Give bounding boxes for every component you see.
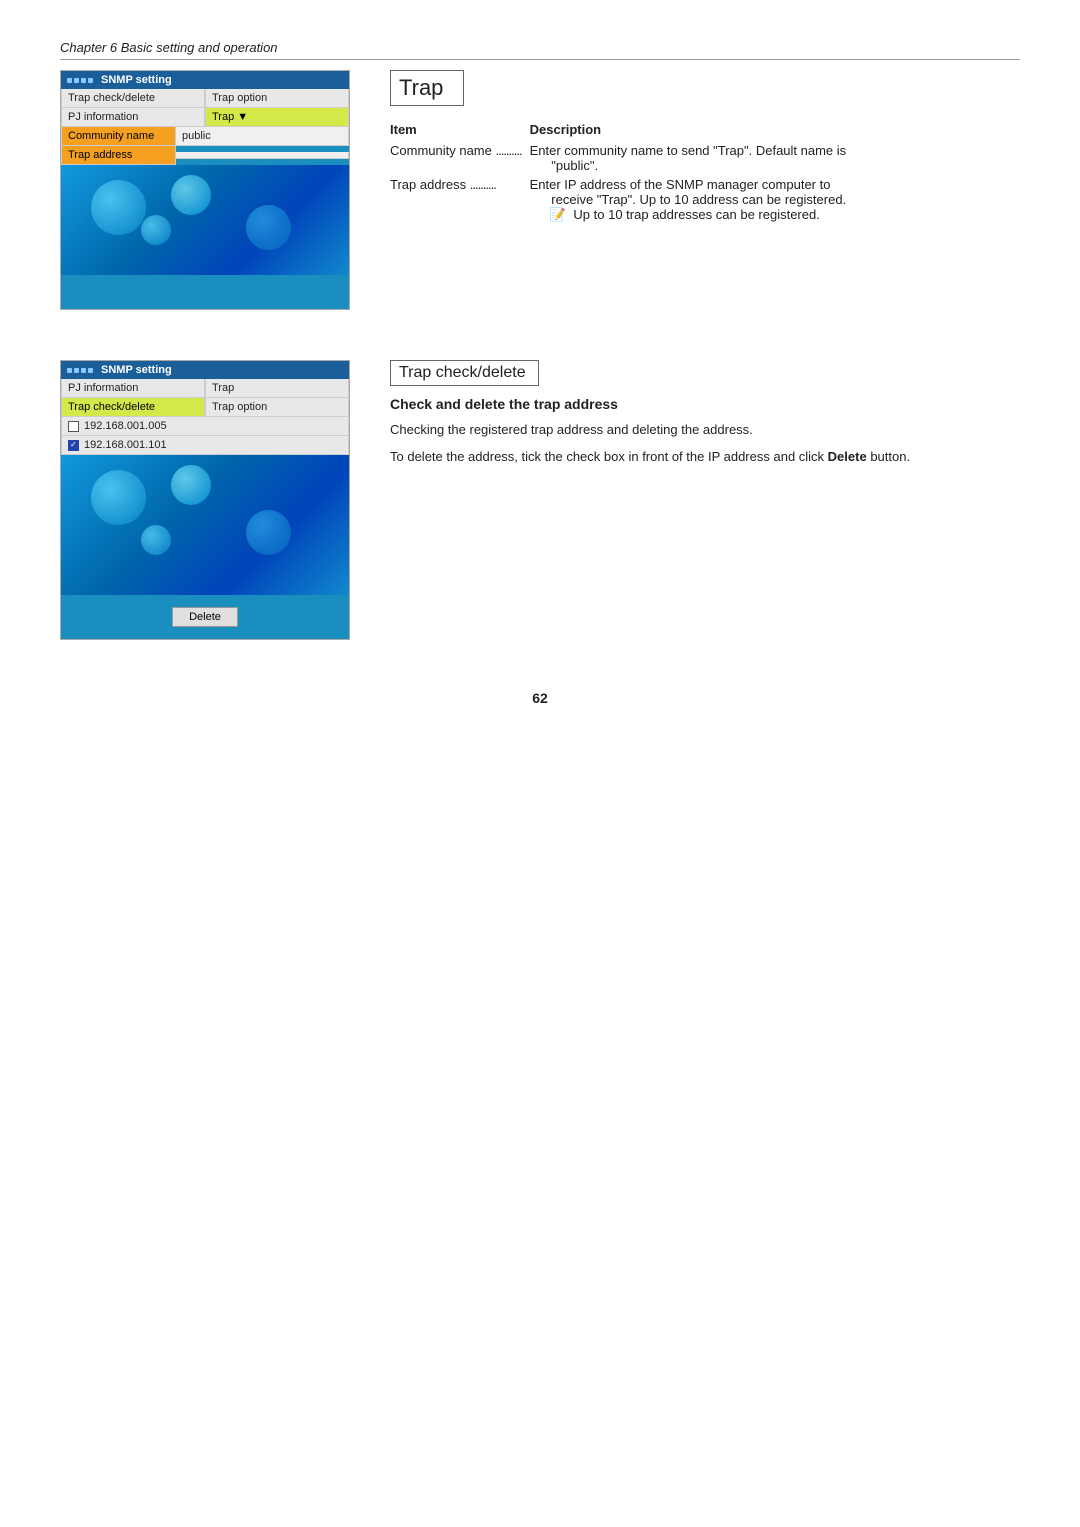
snmp-row2: PJ information Trap ▼ <box>61 108 349 127</box>
desc2-end: button. <box>867 449 910 464</box>
menu2-trap[interactable]: Trap <box>205 379 349 398</box>
snmp-bubbles-2 <box>61 455 349 595</box>
snmp-title-bar-1: SNMP setting <box>61 71 349 89</box>
snmp-title-text-2: SNMP setting <box>101 364 172 376</box>
trap-heading-text: Trap <box>399 75 443 100</box>
desc2-text: To delete the address, tick the check bo… <box>390 449 828 464</box>
section2-row: SNMP setting PJ information Trap Trap ch… <box>60 360 1020 640</box>
snmp-bubbles-1 <box>61 165 349 275</box>
bubble4 <box>141 215 171 245</box>
td-trapaddr-item: Trap address .......... <box>390 175 530 225</box>
bubble-s2-1 <box>91 470 146 525</box>
desc-item-1: Checking the registered trap address and… <box>390 420 1020 441</box>
desc-list-2: Checking the registered trap address and… <box>390 420 1020 468</box>
checkbox-addr1[interactable] <box>68 421 79 432</box>
desc-item-2: To delete the address, tick the check bo… <box>390 447 1020 468</box>
snmp-title-text-1: SNMP setting <box>101 74 172 86</box>
snmp-panel-1: SNMP setting Trap check/delete Trap opti… <box>60 70 350 310</box>
snmp2-row1: PJ information Trap <box>61 379 349 398</box>
td-community-desc: Enter community name to send "Trap". Def… <box>530 141 1020 175</box>
menu2-trap-check-active[interactable]: Trap check/delete <box>61 398 205 417</box>
title-dots-2 <box>67 368 93 373</box>
label-community: Community name <box>61 127 176 146</box>
menu-trap-active[interactable]: Trap ▼ <box>205 108 349 127</box>
table-row-community: Community name .......... Enter communit… <box>390 141 1020 175</box>
page-number-text: 62 <box>532 690 548 706</box>
td-trapaddr-desc: Enter IP address of the SNMP manager com… <box>530 175 1020 225</box>
bubble-s2-3 <box>246 510 291 555</box>
menu-trap-option[interactable]: Trap option <box>205 89 349 108</box>
checkbox-addr2[interactable] <box>68 440 79 451</box>
label-trap-address: Trap address <box>61 146 176 165</box>
section1-row: SNMP setting Trap check/delete Trap opti… <box>60 70 1020 310</box>
snmp2-row2: Trap check/delete Trap option <box>61 398 349 417</box>
value-community[interactable]: public <box>176 127 349 146</box>
menu2-pj-info[interactable]: PJ information <box>61 379 205 398</box>
bubble1 <box>91 180 146 235</box>
col-item: Item <box>390 120 530 141</box>
trap-check-heading-text: Trap check/delete <box>399 364 526 381</box>
note-line: 📝 Up to 10 trap addresses can be registe… <box>550 207 820 222</box>
col-desc: Description <box>530 120 1020 141</box>
addr-row-1: 192.168.001.005 <box>61 417 349 436</box>
delete-button[interactable]: Delete <box>172 607 238 627</box>
bubble3 <box>246 205 291 250</box>
addr1-text: 192.168.001.005 <box>84 420 167 432</box>
delete-btn-row: Delete <box>61 607 349 627</box>
page-number: 62 <box>60 690 1020 706</box>
desc-section-1: Trap Item Description Community name ...… <box>390 70 1020 310</box>
bubble-s2-2 <box>171 465 211 505</box>
addr-row-2: 192.168.001.101 <box>61 436 349 455</box>
desc2-bold: Delete <box>828 449 867 464</box>
snmp-panel-2: SNMP setting PJ information Trap Trap ch… <box>60 360 350 640</box>
table-row-trap-addr: Trap address .......... Enter IP address… <box>390 175 1020 225</box>
menu-trap-check[interactable]: Trap check/delete <box>61 89 205 108</box>
addr2-text: 192.168.001.101 <box>84 439 167 451</box>
menu-pj-info[interactable]: PJ information <box>61 108 205 127</box>
chapter-header: Chapter 6 Basic setting and operation <box>60 40 1020 60</box>
title-dots <box>67 78 93 83</box>
field-community: Community name public <box>61 127 349 146</box>
subheading-check-delete: Check and delete the trap address <box>390 396 1020 412</box>
trap-check-heading-box: Trap check/delete <box>390 360 539 386</box>
desc-table-1: Item Description Community name ........… <box>390 120 1020 225</box>
td-community-item: Community name .......... <box>390 141 530 175</box>
chapter-header-text: Chapter 6 Basic setting and operation <box>60 40 278 55</box>
value-trap-address[interactable] <box>176 152 349 159</box>
bubble2 <box>171 175 211 215</box>
field-trap-address: Trap address <box>61 146 349 165</box>
note-icon: 📝 <box>550 207 566 222</box>
menu2-trap-option[interactable]: Trap option <box>205 398 349 417</box>
trap-heading-box: Trap <box>390 70 464 106</box>
bubble-s2-4 <box>141 525 171 555</box>
desc-section-2: Trap check/delete Check and delete the t… <box>390 360 1020 640</box>
snmp-title-bar-2: SNMP setting <box>61 361 349 379</box>
snmp-row1: Trap check/delete Trap option <box>61 89 349 108</box>
